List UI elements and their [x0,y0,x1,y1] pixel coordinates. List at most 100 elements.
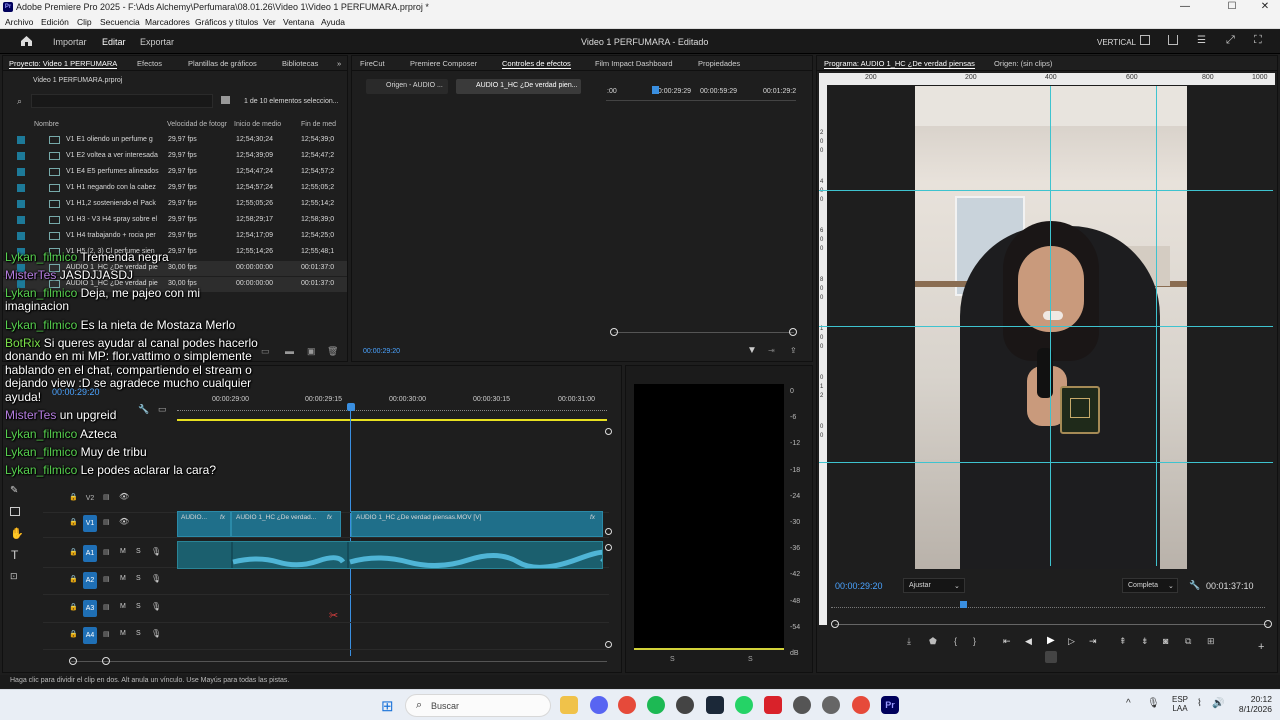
table-row[interactable]: V1 H1 negando con la cabez 29,97 fps 12;… [3,181,347,196]
label-color-swatch[interactable] [17,152,25,160]
freeform-icon[interactable]: ▭ [261,346,270,357]
tab-plantillas[interactable]: Plantillas de gráficos [188,59,257,68]
extract-icon[interactable]: ⇟ [1141,636,1149,647]
lock-icon[interactable]: 🔒 [69,548,78,556]
compare-icon[interactable]: ⧉ [1185,636,1191,647]
wifi-icon[interactable]: ⌇ [1197,698,1202,709]
whatsapp-icon[interactable] [735,696,753,714]
taskbar-search[interactable]: ⌕ Buscar [405,694,551,717]
table-row[interactable]: V1 H3 - V3 H4 spray sobre el 29,97 fps 1… [3,213,347,228]
go-to-icon[interactable]: ⇥ [768,346,775,355]
chrome-alt-icon[interactable] [852,696,870,714]
bin-icon[interactable] [221,96,230,104]
voiceover-mic-icon[interactable]: 🎙 [151,547,161,556]
column-header-end[interactable]: Fin de med [301,121,336,128]
type-tool-icon[interactable]: T [11,548,18,562]
settings-wrench-icon[interactable]: 🔧 [1189,580,1200,591]
ec-playhead[interactable] [652,86,659,94]
solo-button[interactable]: S [136,575,141,582]
column-header-start[interactable]: Inicio de medio [234,121,281,128]
marker-icon[interactable]: ⬟ [929,636,937,647]
label-color-swatch[interactable] [17,184,25,192]
meter-solo-left[interactable]: S [670,656,675,663]
menu-lines-icon[interactable]: ☰ [1197,35,1206,46]
step-back-icon[interactable]: ◀ [1025,636,1032,647]
voiceover-mic-icon[interactable]: 🎙 [151,574,161,583]
menu-clip[interactable]: Clip [77,17,92,27]
lock-icon[interactable]: 🔒 [69,630,78,638]
track-target[interactable]: A3 [83,600,97,617]
search-input[interactable] [31,94,213,108]
filter-icon[interactable]: ▼ [747,345,757,356]
program-playhead[interactable] [960,601,967,608]
play-icon[interactable]: ▶ [1047,635,1055,646]
folder-icon[interactable]: ▬ [285,346,294,356]
tl-playhead-handle[interactable] [347,403,355,411]
solo-button[interactable]: S [136,548,141,555]
label-color-swatch[interactable] [17,168,25,176]
explorer-icon[interactable] [560,696,578,714]
column-header-name[interactable]: Nombre [34,121,59,128]
track-target[interactable]: A4 [83,627,97,644]
tool-icon[interactable] [822,696,840,714]
streamer-icon[interactable] [764,696,782,714]
sync-lock-icon[interactable]: ▤ [103,630,110,638]
maximize-button[interactable]: ☐ [1217,1,1247,14]
sync-lock-icon[interactable]: ▤ [103,548,110,556]
insert-icon[interactable]: ⤓ [907,636,911,647]
menu-archivo[interactable]: Archivo [5,17,33,27]
lock-icon[interactable]: 🔒 [69,603,78,611]
tl-ruler-ticks[interactable] [177,407,607,411]
tab-source[interactable]: Origen: (sin clips) [994,59,1052,68]
language-indicator[interactable]: ESP LAA [1170,695,1190,713]
mark-in-icon[interactable]: { [954,636,957,646]
tab-premiere-composer[interactable]: Premiere Composer [410,59,477,68]
tray-chevron-icon[interactable]: ^ [1126,698,1131,709]
sync-lock-icon[interactable]: ▤ [103,575,110,583]
menu-edicion[interactable]: Edición [41,17,69,27]
eye-icon[interactable]: 👁 [119,517,129,526]
workspace-label[interactable]: VERTICAL [1097,38,1136,47]
tl-scrollbar[interactable] [71,661,607,662]
add-button-icon[interactable]: + [1258,641,1264,653]
eye-icon[interactable]: 👁 [119,492,129,501]
step-forward-icon[interactable]: ▷ [1068,636,1075,647]
chrome-icon[interactable] [618,696,636,714]
share-icon[interactable] [1168,35,1178,45]
source-subtab[interactable]: Origen - AUDIO ... [366,79,448,94]
lock-icon[interactable]: 🔒 [69,575,78,583]
program-timecode[interactable]: 00:00:29:20 [835,581,883,591]
app-icon[interactable] [676,696,694,714]
close-button[interactable]: ✕ [1250,1,1280,14]
sequence-subtab[interactable]: AUDIO 1_HC ¿De verdad pien... [456,79,581,94]
sync-lock-icon[interactable]: ▤ [103,493,110,501]
clip-v1-a[interactable]: AUDIO... fx [177,511,231,537]
premiere-icon[interactable]: Pr [881,696,899,714]
volume-icon[interactable]: 🔊 [1212,698,1224,709]
menu-ventana[interactable]: Ventana [283,17,314,27]
tab-propiedades[interactable]: Propiedades [698,59,740,68]
lift-icon[interactable]: ⇞ [1119,636,1127,647]
discord-icon[interactable] [590,696,608,714]
clip-a1[interactable] [177,541,609,570]
table-row[interactable]: V1 H1,2 sosteniendo el Pack 29,97 fps 12… [3,197,347,212]
clip-v1-b[interactable]: AUDIO 1_HC ¿De verdad... fx [231,511,341,537]
ec-timecode[interactable]: 00:00:29:20 [363,348,400,355]
sync-lock-icon[interactable]: ▤ [103,603,110,611]
wrench-icon[interactable]: 🔧 [138,404,149,415]
windows-start-icon[interactable]: ⊞ [381,697,394,715]
steam-icon[interactable] [706,696,724,714]
trash-icon[interactable]: 🗑 [327,346,338,357]
tab-project[interactable]: Proyecto: Video 1 PERFUMARA [9,59,118,69]
track-target[interactable]: A2 [83,572,97,589]
program-ruler[interactable] [831,607,1265,608]
table-row[interactable]: V1 H4 trabajando + rocia per 29,97 fps 1… [3,229,347,244]
table-row[interactable]: V1 E2 voltea a ver interesada 29,97 fps … [3,149,347,164]
column-header-fps[interactable]: Velocidad de fotogr [167,121,227,128]
captions-icon[interactable]: ▭ [158,404,167,415]
menu-marcadores[interactable]: Marcadores [145,17,190,27]
label-color-swatch[interactable] [17,232,25,240]
program-zoom-bar[interactable] [835,624,1267,625]
rectangle-tool-icon[interactable] [10,507,20,516]
tab-editar[interactable]: Editar [102,37,126,47]
